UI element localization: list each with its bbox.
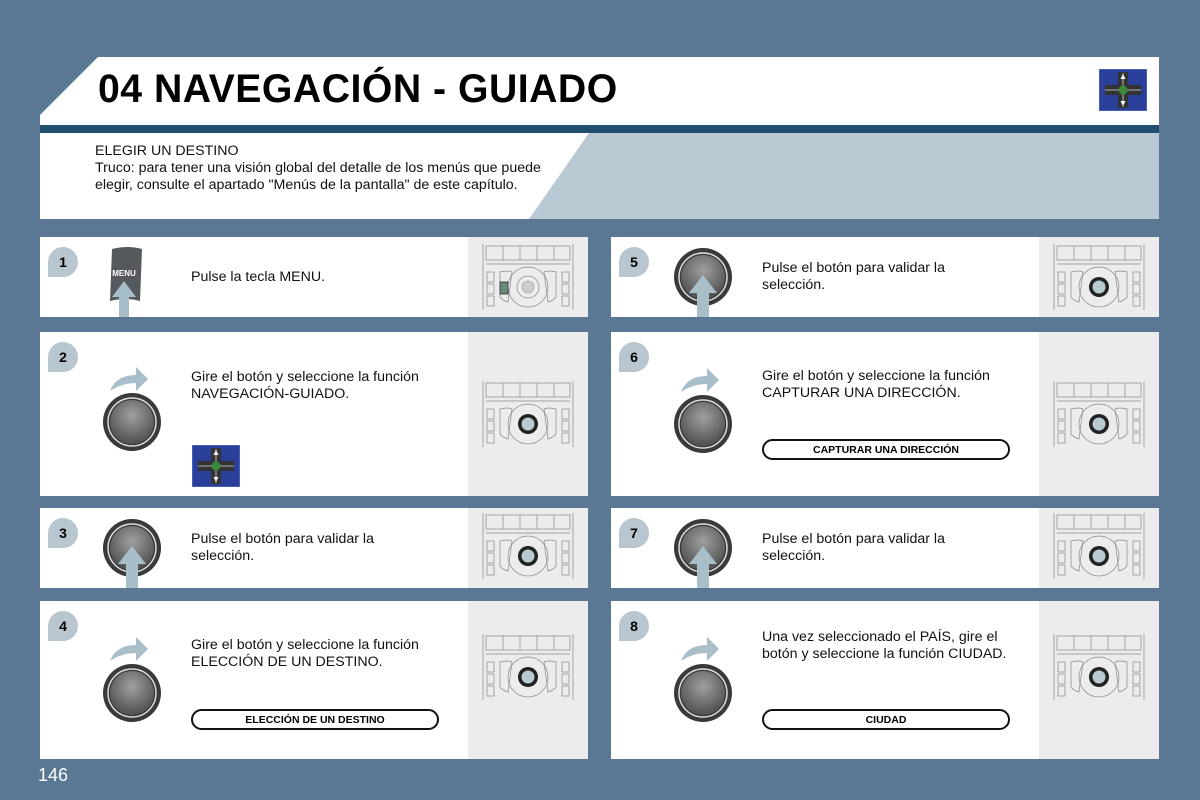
- intro-decoration: [529, 133, 1159, 219]
- step-instruction: Pulse el botón para validar la selección…: [191, 531, 374, 564]
- intro-heading: ELEGIR UN DESTINO: [95, 143, 239, 159]
- menu-item-capturar-direccion[interactable]: CAPTURAR UNA DIRECCIÓN: [762, 439, 1010, 460]
- console-panel-icon: [482, 634, 574, 700]
- console-illustration: [468, 332, 588, 496]
- console-panel-icon: [482, 381, 574, 447]
- press-knob-icon: [674, 248, 732, 317]
- step-card-7: 7 Pulse el botón para validar la selecci…: [611, 508, 1159, 588]
- rotary-knob-icon: [103, 393, 161, 451]
- step-number: 4: [48, 611, 78, 641]
- step-card-1: 1 MENU Pulse la tecla MENU.: [40, 237, 588, 317]
- step-number: 8: [619, 611, 649, 641]
- step-card-6: 6 Gire el botón y seleccione la función …: [611, 332, 1159, 496]
- console-panel-icon: [482, 244, 574, 310]
- header-divider: [40, 125, 1159, 133]
- console-illustration: [468, 237, 588, 317]
- rotary-knob-icon: [674, 664, 732, 722]
- console-panel-icon: [482, 513, 574, 579]
- console-illustration: [1039, 237, 1159, 317]
- console-illustration: [1039, 601, 1159, 759]
- intro-section: ELEGIR UN DESTINO Truco: para tener una …: [40, 133, 1159, 219]
- menu-key-icon: MENU: [110, 247, 142, 317]
- step-number: 6: [619, 342, 649, 372]
- press-knob-icon: [674, 519, 732, 588]
- menu-item-ciudad[interactable]: CIUDAD: [762, 709, 1010, 730]
- step-instruction: Gire el botón y seleccione la función NA…: [191, 369, 419, 402]
- console-panel-icon: [1053, 634, 1145, 700]
- step-instruction: Gire el botón y seleccione la función CA…: [762, 368, 990, 401]
- rotate-arrow-icon: [110, 367, 148, 391]
- step-instruction: Pulse el botón para validar la selección…: [762, 260, 945, 293]
- step-instruction: Pulse la tecla MENU.: [191, 269, 326, 285]
- console-panel-icon: [1053, 381, 1145, 447]
- step-card-3: 3 Pulse el botón para validar la selecci…: [40, 508, 588, 588]
- console-illustration: [1039, 508, 1159, 588]
- page-header: 04 NAVEGACIÓN - GUIADO: [40, 57, 1159, 125]
- menu-item-eleccion-destino[interactable]: ELECCIÓN DE UN DESTINO: [191, 709, 439, 730]
- press-knob-icon: [103, 519, 161, 588]
- rotate-arrow-icon: [681, 637, 719, 661]
- step-number: 7: [619, 518, 649, 548]
- navigation-crossroad-icon: [192, 445, 240, 487]
- rotate-arrow-icon: [110, 637, 148, 661]
- step-card-4: 4 Gire el botón y seleccione la función …: [40, 601, 588, 759]
- svg-text:MENU: MENU: [112, 269, 136, 278]
- console-illustration: [1039, 332, 1159, 496]
- intro-tip: Truco: para tener una visión global del …: [95, 160, 541, 193]
- step-card-5: 5 Pulse el botón para validar la selecci…: [611, 237, 1159, 317]
- step-card-8: 8 Una vez seleccionado el PAÍS, gire el …: [611, 601, 1159, 759]
- console-panel-icon: [1053, 244, 1145, 310]
- step-card-2: 2 Gire el botón y seleccione la función …: [40, 332, 588, 496]
- console-panel-icon: [1053, 513, 1145, 579]
- page-title: 04 NAVEGACIÓN - GUIADO: [98, 67, 618, 111]
- console-illustration: [468, 508, 588, 588]
- rotary-knob-icon: [103, 664, 161, 722]
- step-number: 1: [48, 247, 78, 277]
- step-instruction: Una vez seleccionado el PAÍS, gire el bo…: [762, 629, 1007, 662]
- navigation-crossroad-icon: [1099, 69, 1147, 111]
- page-number: 146: [38, 765, 69, 785]
- step-number: 3: [48, 518, 78, 548]
- console-illustration: [468, 601, 588, 759]
- rotate-arrow-icon: [681, 368, 719, 392]
- step-number: 5: [619, 247, 649, 277]
- step-instruction: Pulse el botón para validar la selección…: [762, 531, 945, 564]
- step-instruction: Gire el botón y seleccione la función EL…: [191, 637, 419, 670]
- step-number: 2: [48, 342, 78, 372]
- rotary-knob-icon: [674, 395, 732, 453]
